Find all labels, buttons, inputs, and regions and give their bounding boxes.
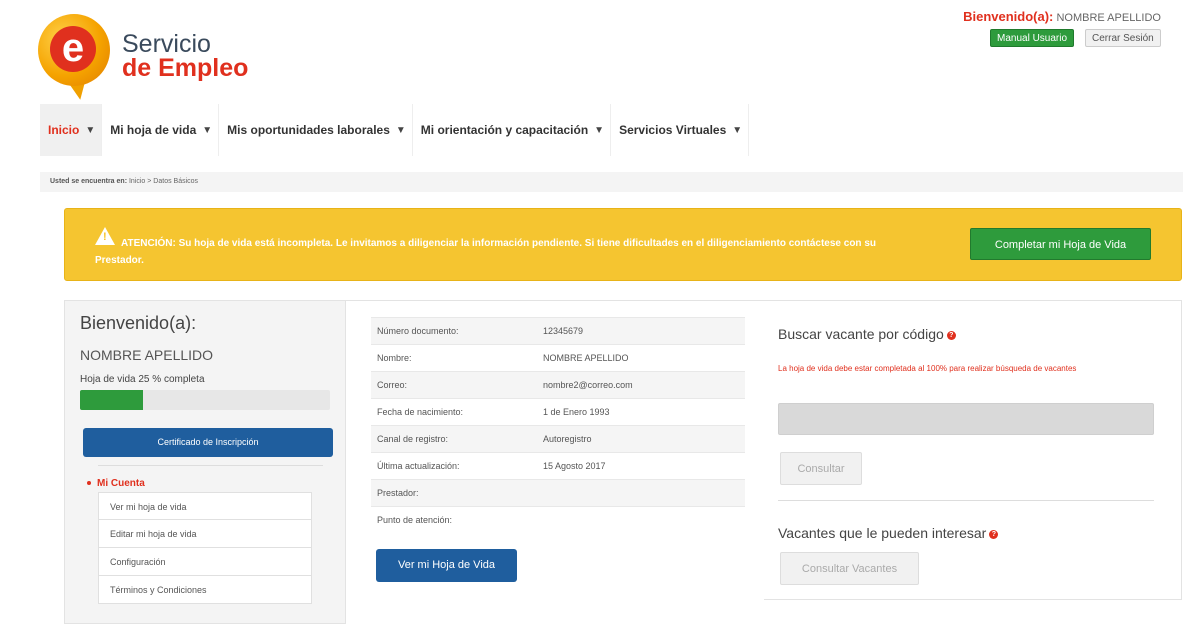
breadcrumb-path[interactable]: Inicio > Datos Básicos — [129, 178, 198, 185]
divider — [98, 465, 323, 466]
table-row: Número documento: 12345679 — [371, 317, 745, 345]
row-key: Número documento: — [371, 317, 543, 345]
suggestions-title: Vacantes que le pueden interesar? — [778, 525, 999, 541]
progress-bar — [80, 390, 330, 410]
certificate-button[interactable]: Certificado de Inscripción — [83, 428, 333, 457]
nav-label: Inicio — [48, 123, 80, 137]
table-row: Prestador: — [371, 479, 745, 507]
nav-label: Mi hoja de vida — [110, 123, 197, 137]
nav-item-inicio[interactable]: Inicio ▼ — [40, 104, 103, 156]
basic-info-table: Número documento: 12345679 Nombre: NOMBRE … — [371, 317, 745, 534]
row-value: 12345679 — [543, 317, 745, 345]
row-value — [543, 506, 745, 534]
caret-down-icon: ▼ — [732, 124, 743, 136]
row-value: nombre2@correo.com — [543, 371, 745, 399]
divider — [778, 500, 1154, 501]
progress-fill — [80, 390, 143, 410]
profile-greeting: Bienvenido(a): — [80, 313, 197, 333]
user-greeting: Bienvenido(a): NOMBRE APELLIDO — [963, 9, 1161, 24]
caret-down-icon: ▼ — [202, 124, 213, 136]
incomplete-profile-alert: ! ATENCIÓN: Su hoja de vida está incompl… — [64, 208, 1182, 281]
menu-item-editar-hoja[interactable]: Editar mi hoja de vida — [98, 520, 312, 548]
row-key: Fecha de nacimiento: — [371, 398, 543, 426]
consult-vacancies-button[interactable]: Consultar Vacantes — [780, 552, 919, 585]
vacancy-code-input[interactable] — [778, 403, 1154, 435]
menu-item-terminos[interactable]: Términos y Condiciones — [98, 576, 312, 604]
welcome-label: Bienvenido(a): — [963, 9, 1054, 24]
complete-cv-button[interactable]: Completar mi Hoja de Vida — [970, 228, 1151, 260]
help-icon[interactable]: ? — [989, 529, 999, 539]
logout-button[interactable]: Cerrar Sesión — [1085, 29, 1161, 47]
nav-item-oportunidades[interactable]: Mis oportunidades laborales ▼ — [219, 104, 413, 156]
profile-panel: Bienvenido(a): NOMBRE APELLIDO Hoja de v… — [64, 300, 346, 624]
search-title: Buscar vacante por código? — [778, 326, 956, 342]
row-key: Correo: — [371, 371, 543, 399]
caret-down-icon: ▼ — [85, 124, 96, 136]
logo-letter: e — [50, 26, 96, 72]
caret-down-icon: ▼ — [395, 124, 406, 136]
manual-button[interactable]: Manual Usuario — [990, 29, 1075, 47]
alert-text: ATENCIÓN: Su hoja de vida está incomplet… — [95, 238, 876, 266]
account-menu: Ver mi hoja de vida Editar mi hoja de vi… — [98, 492, 312, 604]
row-key: Nombre: — [371, 344, 543, 372]
brand-line2: de Empleo — [122, 54, 249, 82]
user-name: NOMBRE APELLIDO — [1056, 12, 1161, 24]
nav-label: Servicios Virtuales — [619, 123, 727, 137]
row-value: Autoregistro — [543, 425, 745, 453]
row-value: NOMBRE APELLIDO — [543, 344, 745, 372]
table-row: Punto de atención: — [371, 506, 745, 534]
bullet-icon — [87, 481, 91, 486]
progress-label: Hoja de vida 25 % completa — [80, 374, 205, 385]
nav-label: Mi orientación y capacitación — [420, 123, 589, 137]
breadcrumb: Usted se encuentra en: Inicio > Datos Bá… — [40, 172, 1183, 192]
table-row: Correo: nombre2@correo.com — [371, 371, 745, 399]
nav-item-hoja-de-vida[interactable]: Mi hoja de vida ▼ — [102, 104, 220, 156]
main-nav: Inicio ▼ Mi hoja de vida ▼ Mis oportunid… — [40, 104, 750, 156]
caret-down-icon: ▼ — [594, 124, 605, 136]
nav-item-orientacion[interactable]: Mi orientación y capacitación ▼ — [413, 104, 612, 156]
view-cv-button[interactable]: Ver mi Hoja de Vida — [376, 549, 517, 582]
account-section-title[interactable]: Mi Cuenta — [87, 478, 145, 489]
table-row: Nombre: NOMBRE APELLIDO — [371, 344, 745, 372]
help-icon[interactable]: ? — [946, 330, 956, 340]
nav-item-servicios-virtuales[interactable]: Servicios Virtuales ▼ — [611, 104, 750, 156]
row-key: Punto de atención: — [371, 506, 543, 534]
table-row: Última actualización: 15 Agosto 2017 — [371, 452, 745, 480]
row-key: Última actualización: — [371, 452, 543, 480]
row-value: 1 de Enero 1993 — [543, 398, 745, 426]
nav-label: Mis oportunidades laborales — [227, 123, 390, 137]
row-key: Prestador: — [371, 479, 543, 507]
consult-button[interactable]: Consultar — [780, 452, 862, 485]
table-row: Fecha de nacimiento: 1 de Enero 1993 — [371, 398, 745, 426]
vacancy-search-panel: Buscar vacante por código? La hoja de vi… — [764, 300, 1182, 600]
brand-name: Servicio de Empleo — [122, 30, 249, 82]
basic-info-panel: Número documento: 12345679 Nombre: NOMBRE … — [346, 300, 764, 600]
profile-name: NOMBRE APELLIDO — [80, 347, 214, 363]
menu-item-ver-hoja[interactable]: Ver mi hoja de vida — [98, 492, 312, 520]
row-value: 15 Agosto 2017 — [543, 452, 745, 480]
table-row: Canal de registro: Autoregistro — [371, 425, 745, 453]
breadcrumb-prefix: Usted se encuentra en: — [50, 178, 128, 185]
search-warning: La hoja de vida debe estar completada al… — [778, 364, 1077, 373]
row-value — [543, 479, 745, 507]
menu-item-configuracion[interactable]: Configuración — [98, 548, 312, 576]
brand-line1: Servicio — [122, 30, 211, 58]
row-key: Canal de registro: — [371, 425, 543, 453]
